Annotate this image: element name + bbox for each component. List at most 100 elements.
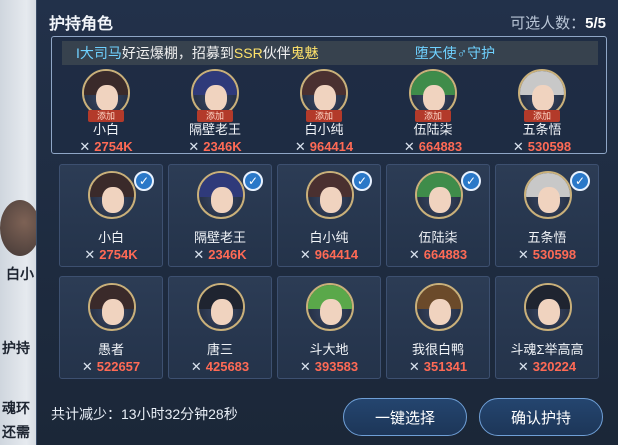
guard-card[interactable]: 添加 白小纯 ✕ 964414 bbox=[272, 63, 376, 163]
portrait-face bbox=[423, 85, 445, 111]
character-power: ✕ 393583 bbox=[278, 359, 380, 375]
auto-select-button[interactable]: 一键选择 bbox=[343, 398, 467, 436]
crossed-swords-icon: ✕ bbox=[81, 359, 93, 374]
guard-card[interactable]: ✓ 伍陆柒 ✕ 664883 bbox=[386, 164, 490, 267]
background-text: 还需 bbox=[2, 424, 30, 440]
panel-title: 护持角色 bbox=[49, 16, 114, 33]
portrait-face bbox=[96, 85, 118, 111]
guard-card[interactable]: 添加 五条悟 ✕ 530598 bbox=[490, 63, 594, 163]
guard-card[interactable]: 添加 伍陆柒 ✕ 664883 bbox=[381, 63, 485, 163]
character-name: 我很白鸭 bbox=[411, 342, 464, 357]
character-power: ✕ 664883 bbox=[381, 139, 485, 155]
portrait-face bbox=[205, 85, 227, 111]
character-power: ✕ 964414 bbox=[278, 247, 380, 263]
character-power: ✕ 530598 bbox=[490, 139, 594, 155]
guard-card[interactable]: 斗魂Σ举高高 ✕ 320224 bbox=[495, 276, 599, 379]
crossed-swords-icon: ✕ bbox=[408, 247, 420, 262]
character-name: 白小纯 bbox=[309, 230, 349, 245]
character-name: 伍陆柒 bbox=[413, 122, 453, 137]
character-power: ✕ 664883 bbox=[387, 247, 489, 263]
crossed-swords-icon: ✕ bbox=[84, 247, 96, 262]
portrait-face bbox=[429, 299, 451, 325]
character-portrait bbox=[88, 283, 136, 331]
check-icon[interactable]: ✓ bbox=[570, 171, 590, 191]
character-name: 斗大地 bbox=[309, 342, 349, 357]
character-name: 唐三 bbox=[206, 342, 233, 357]
portrait-face bbox=[320, 187, 342, 213]
character-name: 愚者 bbox=[97, 342, 124, 357]
character-portrait bbox=[524, 171, 572, 219]
character-portrait bbox=[306, 171, 354, 219]
selected-row: 添加 小白 ✕ 2754K 添加 隔壁老王 ✕ 2346K 添加 白小纯 ✕ 964414 添加 伍陆柒 ✕… bbox=[54, 63, 599, 163]
portrait-face bbox=[532, 85, 554, 111]
selectable-count: 可选人数：5/5 bbox=[510, 12, 606, 33]
confirm-guard-button[interactable]: 确认护持 bbox=[479, 398, 603, 436]
crossed-swords-icon: ✕ bbox=[299, 247, 311, 262]
character-power: ✕ 351341 bbox=[387, 359, 489, 375]
guard-card[interactable]: ✓ 隔壁老王 ✕ 2346K bbox=[168, 164, 272, 267]
crossed-swords-icon: ✕ bbox=[294, 139, 306, 154]
background-text: 白小 bbox=[6, 266, 34, 282]
broadcast-player: I大司马 bbox=[76, 45, 122, 61]
power-value: 2346K bbox=[203, 139, 242, 154]
guard-card[interactable]: 唐三 ✕ 425683 bbox=[168, 276, 272, 379]
crossed-swords-icon: ✕ bbox=[512, 139, 524, 154]
power-value: 964414 bbox=[309, 139, 354, 154]
background-avatar bbox=[0, 200, 40, 256]
guard-card[interactable]: ✓ 小白 ✕ 2754K bbox=[59, 164, 163, 267]
broadcast-partner: 鬼魅 bbox=[290, 45, 319, 61]
portrait-face bbox=[211, 299, 233, 325]
character-power: ✕ 530598 bbox=[496, 247, 598, 263]
check-icon[interactable]: ✓ bbox=[243, 171, 263, 191]
power-value: 2754K bbox=[94, 139, 133, 154]
portrait-face bbox=[102, 299, 124, 325]
crossed-swords-icon: ✕ bbox=[79, 139, 91, 154]
portrait-face bbox=[429, 187, 451, 213]
power-value: 664883 bbox=[418, 139, 463, 154]
power-value: 351341 bbox=[423, 359, 468, 374]
selected-guards-box: 添加 小白 ✕ 2754K 添加 隔壁老王 ✕ 2346K 添加 白小纯 ✕ 964414 添加 伍陆柒 ✕… bbox=[51, 36, 607, 154]
power-value: 522657 bbox=[96, 359, 141, 374]
character-name: 隔壁老王 bbox=[193, 230, 246, 245]
character-portrait bbox=[415, 171, 463, 219]
check-icon[interactable]: ✓ bbox=[461, 171, 481, 191]
character-name: 斗魂Σ举高高 bbox=[510, 342, 584, 357]
character-power: ✕ 2346K bbox=[163, 139, 267, 155]
check-icon[interactable]: ✓ bbox=[352, 171, 372, 191]
broadcast-text: 伙伴 bbox=[262, 45, 291, 61]
background-text: 魂环 bbox=[2, 400, 30, 416]
broadcast-text: 好运爆棚，招募到 bbox=[121, 45, 234, 61]
character-name: 五条悟 bbox=[527, 230, 567, 245]
guard-card[interactable]: 愚者 ✕ 522657 bbox=[59, 276, 163, 379]
crossed-swords-icon: ✕ bbox=[193, 247, 205, 262]
guard-card[interactable]: 添加 隔壁老王 ✕ 2346K bbox=[163, 63, 267, 163]
power-value: 964414 bbox=[314, 247, 359, 262]
guard-card[interactable]: ✓ 白小纯 ✕ 964414 bbox=[277, 164, 381, 267]
character-portrait bbox=[88, 171, 136, 219]
character-power: ✕ 2754K bbox=[54, 139, 158, 155]
selectable-value: 5/5 bbox=[585, 14, 606, 32]
character-power: ✕ 522657 bbox=[60, 359, 162, 375]
selectable-label: 可选人数： bbox=[510, 14, 586, 32]
guard-card[interactable]: ✓ 五条悟 ✕ 530598 bbox=[495, 164, 599, 267]
background-text: 护持 bbox=[2, 340, 30, 356]
character-name: 隔壁老王 bbox=[188, 122, 241, 137]
broadcast-rarity: SSR bbox=[233, 45, 263, 61]
crossed-swords-icon: ✕ bbox=[517, 247, 529, 262]
character-name: 小白 bbox=[97, 230, 124, 245]
guard-card[interactable]: 我很白鸭 ✕ 351341 bbox=[386, 276, 490, 379]
character-name: 小白 bbox=[92, 122, 119, 137]
check-icon[interactable]: ✓ bbox=[134, 171, 154, 191]
guard-panel: 护持角色 可选人数：5/5 添加 小白 ✕ 2754K 添加 隔壁老王 ✕ 2346K 添加 白小… bbox=[36, 0, 618, 445]
power-value: 2754K bbox=[99, 247, 138, 262]
candidate-row-2: 愚者 ✕ 522657 唐三 ✕ 425683 斗大地 ✕ 393583 我很白鸭 ✕ 351341 斗… bbox=[59, 276, 604, 379]
candidate-row-1: ✓ 小白 ✕ 2754K ✓ 隔壁老王 ✕ 2346K ✓ 白小纯 ✕ 964414 ✓ 伍陆柒 ✕ 6648… bbox=[59, 164, 604, 267]
character-name: 白小纯 bbox=[304, 122, 344, 137]
total-reduction: 共计减少：13小时32分钟28秒 bbox=[51, 406, 238, 422]
portrait-face bbox=[320, 299, 342, 325]
character-portrait bbox=[197, 283, 245, 331]
guard-card[interactable]: 斗大地 ✕ 393583 bbox=[277, 276, 381, 379]
portrait-face bbox=[314, 85, 336, 111]
power-value: 425683 bbox=[205, 359, 250, 374]
guard-card[interactable]: 添加 小白 ✕ 2754K bbox=[54, 63, 158, 163]
